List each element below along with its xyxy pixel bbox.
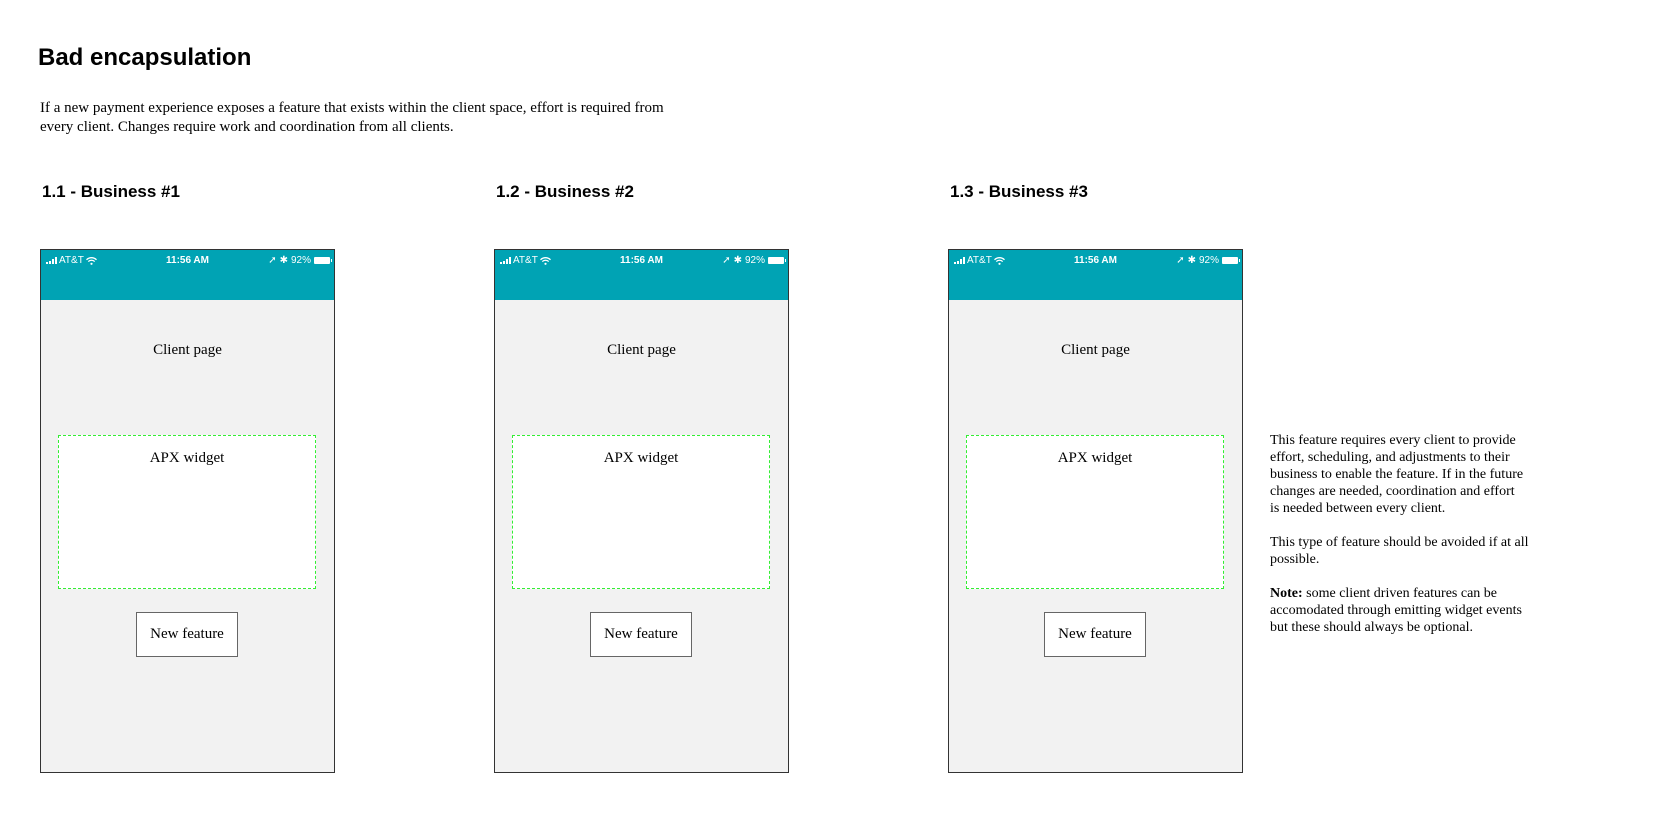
- phone-mockup-1: AT&T 11:56 AM ➚ ✱ 92% Client page APX wi…: [40, 249, 335, 773]
- bluetooth-icon: ✱: [733, 255, 742, 266]
- battery-icon: [314, 257, 332, 264]
- explanation-note: This feature requires every client to pr…: [1270, 432, 1560, 653]
- client-page-label: Client page: [607, 342, 676, 358]
- apx-widget-label: APX widget: [1057, 450, 1133, 466]
- battery-percent: 92%: [744, 255, 765, 266]
- battery-icon: [768, 257, 786, 264]
- location-icon: ➚: [1176, 255, 1185, 266]
- intro-text: If a new payment experience exposes a fe…: [40, 100, 664, 135]
- apx-widget-box: APX widget: [966, 435, 1224, 589]
- apx-widget-box: APX widget: [512, 435, 770, 589]
- note-label: Note:: [1270, 586, 1303, 601]
- status-bar: AT&T 11:56 AM ➚ ✱ 92%: [495, 250, 788, 300]
- status-bar: AT&T 11:56 AM ➚ ✱ 92%: [949, 250, 1242, 300]
- new-feature-button[interactable]: New feature: [136, 612, 238, 657]
- note-paragraph-3-text: some client driven features can be accom…: [1270, 586, 1522, 635]
- status-indicators: ➚ ✱ 92%: [268, 255, 332, 266]
- section-heading-2: 1.2 - Business #2: [496, 182, 634, 201]
- section-heading-3: 1.3 - Business #3: [950, 182, 1088, 201]
- status-bar: AT&T 11:56 AM ➚ ✱ 92%: [41, 250, 334, 300]
- phone-mockup-2: AT&T 11:56 AM ➚ ✱ 92% Client page APX wi…: [494, 249, 789, 773]
- page-title: Bad encapsulation: [38, 44, 252, 71]
- location-icon: ➚: [268, 255, 277, 266]
- battery-percent: 92%: [290, 255, 311, 266]
- note-paragraph-1: This feature requires every client to pr…: [1270, 433, 1524, 516]
- apx-widget-label: APX widget: [149, 450, 225, 466]
- battery-percent: 92%: [1198, 255, 1219, 266]
- status-indicators: ➚ ✱ 92%: [722, 255, 786, 266]
- apx-widget-box: APX widget: [58, 435, 316, 589]
- new-feature-button[interactable]: New feature: [590, 612, 692, 657]
- apx-widget-label: APX widget: [603, 450, 679, 466]
- phone-mockup-3: AT&T 11:56 AM ➚ ✱ 92% Client page APX wi…: [948, 249, 1243, 773]
- status-indicators: ➚ ✱ 92%: [1176, 255, 1240, 266]
- client-page-label: Client page: [153, 342, 222, 358]
- location-icon: ➚: [722, 255, 731, 266]
- bluetooth-icon: ✱: [279, 255, 288, 266]
- bluetooth-icon: ✱: [1187, 255, 1196, 266]
- note-paragraph-3: Note: some client driven features can be…: [1270, 585, 1560, 636]
- client-page-label: Client page: [1061, 342, 1130, 358]
- note-paragraph-2: This type of feature should be avoided i…: [1270, 535, 1529, 567]
- new-feature-button[interactable]: New feature: [1044, 612, 1146, 657]
- battery-icon: [1222, 257, 1240, 264]
- section-heading-1: 1.1 - Business #1: [42, 182, 180, 201]
